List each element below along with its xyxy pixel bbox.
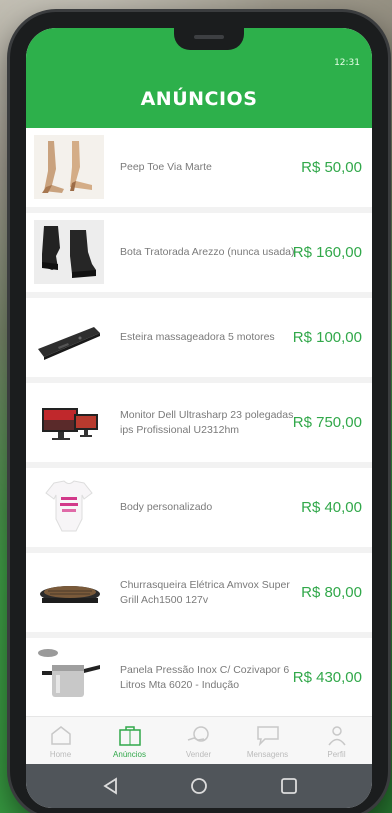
status-time: 12:31 (334, 58, 360, 68)
listing-item[interactable]: Panela Pressão Inox C/ Cozivapor 6 Litro… (26, 638, 372, 717)
listing-title: Bota Tratorada Arezzo (nunca usada) (120, 246, 295, 258)
tab-label: Home (49, 750, 72, 759)
boots-photo (34, 220, 104, 284)
grill-photo (34, 560, 104, 624)
bag-icon (119, 726, 141, 746)
listing-title: Body personalizado (120, 501, 213, 513)
bottom-tab-bar: Home Anúncios Vender Mensagens Perfil (26, 716, 372, 764)
tab-label: Perfil (327, 750, 346, 759)
phone-frame: 12:31 ANÚNCIOS Peep Toe Via Marte R$ 50,… (10, 12, 388, 813)
tab-mensagens[interactable]: Mensagens (233, 717, 302, 765)
listing-item[interactable]: Body personalizado R$ 40,00 (26, 468, 372, 547)
listing-price: R$ 750,00 (292, 414, 362, 431)
sell-icon (187, 726, 209, 742)
listing-title: Panela Pressão Inox C/ Cozivapor 6 Litro… (120, 663, 290, 691)
pressure-cooker-photo (34, 645, 104, 709)
system-nav-bar (26, 764, 372, 808)
baby-body-photo (34, 475, 104, 539)
tab-anuncios[interactable]: Anúncios (95, 717, 164, 765)
listing-price: R$ 40,00 (301, 499, 362, 516)
camera-notch (174, 28, 244, 50)
listing-price: R$ 80,00 (301, 584, 362, 601)
listing-title: Churrasqueira Elétrica Amvox Super Grill… (120, 578, 290, 606)
tab-vender[interactable]: Vender (164, 717, 233, 765)
heels-photo (34, 135, 104, 199)
massage-mat-photo (34, 305, 104, 369)
recents-square-icon[interactable] (278, 775, 300, 797)
listing-title: Esteira massageadora 5 motores (120, 331, 275, 343)
back-triangle-icon[interactable] (100, 775, 122, 797)
tab-home[interactable]: Home (26, 717, 95, 765)
home-icon (51, 726, 71, 745)
message-icon (257, 726, 279, 746)
tab-label: Anúncios (113, 750, 146, 759)
home-circle-icon[interactable] (188, 775, 210, 797)
app-screen: 12:31 ANÚNCIOS Peep Toe Via Marte R$ 50,… (26, 28, 372, 808)
listing-title: Monitor Dell Ultrasharp 23 polegadas ips… (120, 408, 294, 436)
page-title: ANÚNCIOS (140, 88, 258, 110)
tab-perfil[interactable]: Perfil (302, 717, 371, 765)
profile-icon (328, 726, 346, 746)
tab-label: Mensagens (246, 750, 289, 759)
listing-item[interactable]: Peep Toe Via Marte R$ 50,00 (26, 128, 372, 207)
listing-item[interactable]: Monitor Dell Ultrasharp 23 polegadas ips… (26, 383, 372, 462)
listing-item[interactable]: Esteira massageadora 5 motores R$ 100,00 (26, 298, 372, 377)
listing-price: R$ 430,00 (292, 669, 362, 686)
listing-price: R$ 100,00 (292, 329, 362, 346)
listings-list[interactable]: Peep Toe Via Marte R$ 50,00 Bota Tratora… (26, 128, 372, 717)
listing-title: Peep Toe Via Marte (120, 161, 212, 173)
listing-price: R$ 50,00 (301, 159, 362, 176)
listing-item[interactable]: Bota Tratorada Arezzo (nunca usada) R$ 1… (26, 213, 372, 292)
monitor-photo (34, 390, 104, 454)
tab-label: Vender (185, 750, 212, 759)
listing-item[interactable]: Churrasqueira Elétrica Amvox Super Grill… (26, 553, 372, 632)
listing-price: R$ 160,00 (292, 244, 362, 261)
